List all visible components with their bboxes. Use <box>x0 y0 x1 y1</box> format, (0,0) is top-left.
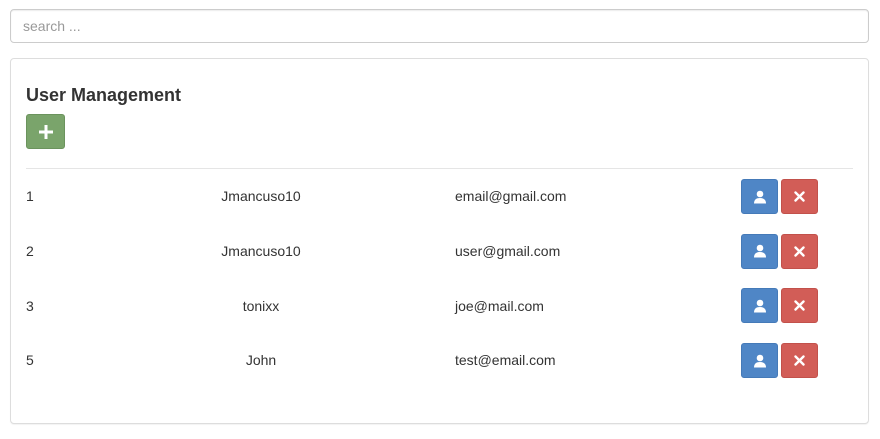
close-icon <box>794 245 805 257</box>
user-id: 2 <box>26 243 34 260</box>
search-bar <box>10 9 869 43</box>
user-name: tonixx <box>242 297 280 314</box>
user-management-panel: User Management 1 Jmancuso10 email@gmail… <box>10 58 869 424</box>
user-name: John <box>245 352 277 369</box>
user-email: user@gmail.com <box>455 243 561 260</box>
add-user-button[interactable] <box>26 114 65 149</box>
close-icon <box>794 355 805 366</box>
user-email: email@gmail.com <box>455 188 567 205</box>
panel-title: User Management <box>26 85 182 105</box>
view-user-button[interactable] <box>741 343 778 379</box>
row-actions <box>741 179 818 214</box>
user-name: Jmancuso10 <box>221 243 301 260</box>
row-actions <box>741 288 818 324</box>
delete-user-button[interactable] <box>781 233 818 269</box>
user-email: joe@mail.com <box>455 297 544 314</box>
user-list: 1 Jmancuso10 email@gmail.com 2 Jmancuso1… <box>26 169 853 388</box>
user-name: Jmancuso10 <box>221 188 301 205</box>
table-row: 5 John test@email.com <box>26 333 853 388</box>
user-id: 5 <box>26 352 34 369</box>
delete-user-button[interactable] <box>781 343 818 379</box>
delete-user-button[interactable] <box>781 288 818 324</box>
user-email: test@email.com <box>455 352 556 369</box>
user-id: 1 <box>26 188 34 205</box>
row-actions <box>741 343 818 379</box>
close-icon <box>794 191 805 202</box>
table-row: 1 Jmancuso10 email@gmail.com <box>26 169 853 224</box>
table-row: 2 Jmancuso10 user@gmail.com <box>26 224 853 279</box>
user-icon <box>753 354 767 368</box>
close-icon <box>794 300 805 312</box>
view-user-button[interactable] <box>741 233 778 269</box>
search-input[interactable] <box>10 9 869 43</box>
view-user-button[interactable] <box>741 179 778 214</box>
view-user-button[interactable] <box>741 288 778 324</box>
row-actions <box>741 233 818 269</box>
user-id: 3 <box>26 297 34 314</box>
table-row: 3 tonixx joe@mail.com <box>26 278 853 333</box>
user-icon <box>753 299 767 313</box>
plus-icon <box>38 124 53 139</box>
delete-user-button[interactable] <box>781 179 818 214</box>
user-icon <box>753 244 767 258</box>
page: User Management 1 Jmancuso10 email@gmail… <box>0 0 880 439</box>
user-icon <box>753 190 767 204</box>
